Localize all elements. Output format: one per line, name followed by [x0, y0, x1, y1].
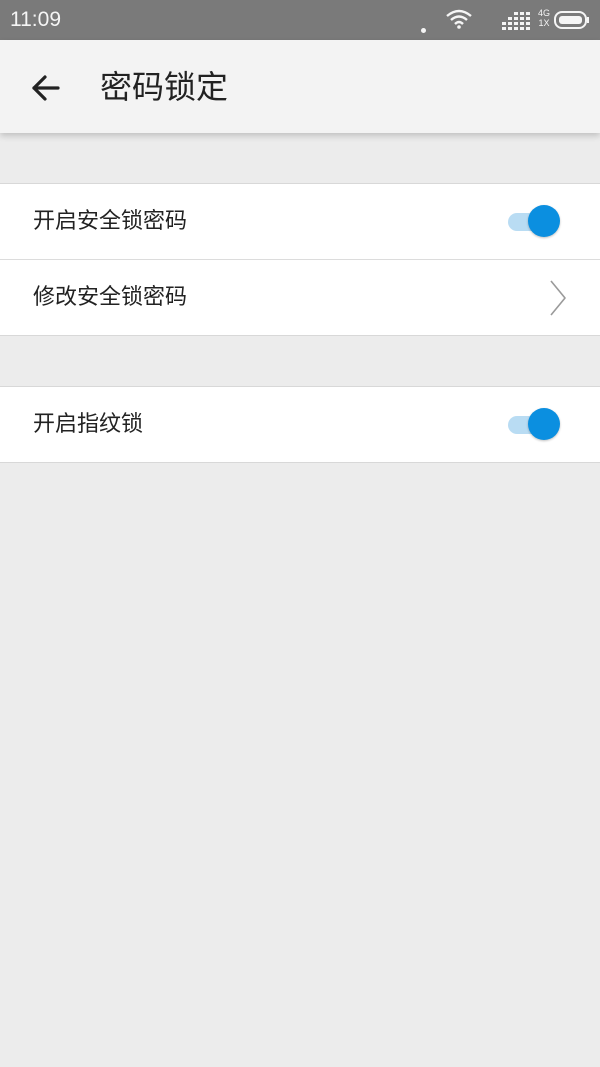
page-title: 密码锁定	[100, 68, 229, 106]
security-lock-group: 开启安全锁密码 修改安全锁密码	[0, 183, 600, 336]
chevron-right-icon	[546, 278, 570, 318]
enable-security-lock-row[interactable]: 开启安全锁密码	[0, 184, 600, 259]
network-type-label: 4G 1X	[537, 8, 550, 28]
status-time: 11:09	[10, 8, 61, 31]
change-security-lock-row[interactable]: 修改安全锁密码	[0, 259, 600, 335]
enable-fingerprint-row[interactable]: 开启指纹锁	[0, 387, 600, 462]
enable-security-lock-label: 开启安全锁密码	[33, 209, 188, 234]
battery-icon	[554, 11, 590, 33]
change-security-lock-label: 修改安全锁密码	[33, 285, 188, 310]
enable-fingerprint-label: 开启指纹锁	[33, 412, 144, 437]
app-bar: 密码锁定	[0, 40, 600, 133]
signal-icon	[502, 8, 534, 34]
status-bar: 11:09 4G 1X	[0, 0, 600, 71]
enable-fingerprint-toggle[interactable]	[508, 408, 562, 440]
fingerprint-lock-group: 开启指纹锁	[0, 386, 600, 463]
back-button[interactable]	[24, 66, 68, 110]
toggle-knob	[528, 205, 560, 237]
toggle-knob	[528, 408, 560, 440]
arrow-left-icon	[32, 75, 60, 101]
wifi-icon	[446, 9, 472, 33]
enable-security-lock-toggle[interactable]	[508, 205, 562, 237]
